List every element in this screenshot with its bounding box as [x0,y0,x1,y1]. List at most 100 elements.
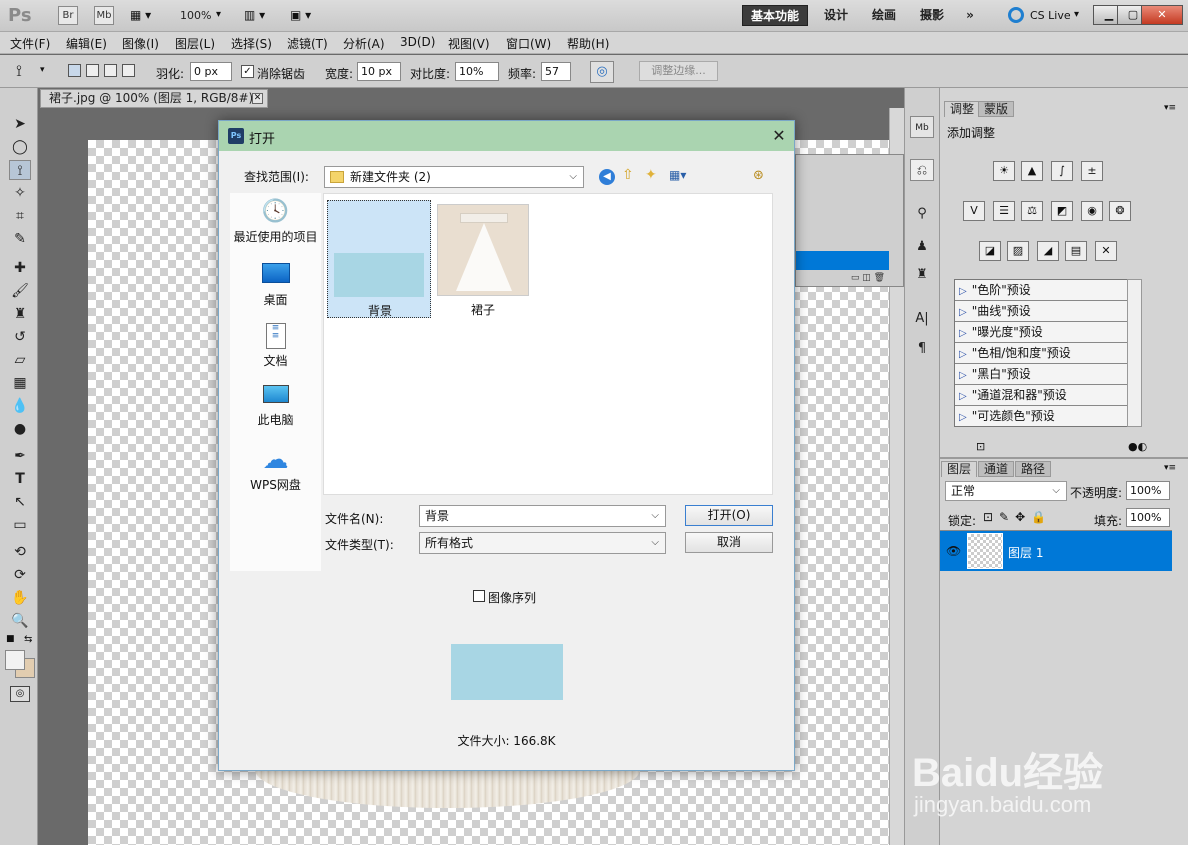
dialog-title-bar[interactable]: Ps 打开 ✕ [219,121,794,151]
frequency-input[interactable]: 57 [541,62,571,81]
quick-mask-icon[interactable]: ◎ [10,686,30,702]
paragraph-panel-icon[interactable]: ¶ [910,338,934,360]
filename-input[interactable]: 背景 ⌵ [419,505,666,527]
history-selected-row[interactable] [796,251,889,270]
contrast-input[interactable]: 10% [455,62,499,81]
menu-edit[interactable]: 编辑(E) [66,35,107,52]
close-dialog-button[interactable]: ✕ [768,125,790,147]
history-panel-icon[interactable]: ⎌ [910,159,934,181]
posterize-icon[interactable]: ▨ [1007,241,1029,261]
add-selection-icon[interactable] [86,64,99,77]
place-recent[interactable]: 🕓 最近使用的项目 [230,199,321,245]
crop-tool-icon[interactable]: ⌗ [9,206,31,226]
history-brush-tool-icon[interactable]: ↺ [9,327,31,347]
layers-panel-menu-icon[interactable]: ▾≡ [1164,463,1176,473]
type-tool-icon[interactable]: T [9,469,31,489]
workspace-photography[interactable]: 摄影 [914,5,950,26]
antialias-checkbox[interactable]: ✓ [241,65,254,78]
menu-analysis[interactable]: 分析(A) [343,35,385,52]
tab-layers[interactable]: 图层 [941,461,978,477]
preset-hue-saturation[interactable]: ▷ "色相/饱和度"预设 [955,343,1141,364]
default-colors-icon[interactable]: ■ [6,634,15,644]
more-workspaces-button[interactable]: » [958,5,982,26]
view-menu-icon[interactable]: ▦▾ [669,168,686,182]
screen-mode-button[interactable]: ▣ ▾ [290,8,311,22]
brush-presets-icon[interactable]: ⚲ [910,203,934,225]
workspace-essentials[interactable]: 基本功能 [742,5,808,26]
menu-3d[interactable]: 3D(D) [400,35,435,49]
place-wps-cloud[interactable]: ☁ WPS网盘 [230,447,321,493]
tool-preset-dropdown-icon[interactable]: ▾ [40,65,45,75]
eraser-tool-icon[interactable]: ▱ [9,350,31,370]
menu-layer[interactable]: 图层(L) [175,35,215,52]
cancel-button[interactable]: 取消 [685,532,773,553]
tab-adjustments[interactable]: 调整 [944,101,981,117]
tab-paths[interactable]: 路径 [1015,461,1052,477]
clone-source-icon[interactable]: ♟ [910,236,934,258]
history-panel-footer-icons[interactable]: ▭ ◫ 🗑 [796,273,889,287]
quick-selection-tool-icon[interactable]: ✧ [9,183,31,203]
menu-select[interactable]: 选择(S) [231,35,272,52]
preset-curves[interactable]: ▷ "曲线"预设 [955,301,1141,322]
bridge-button[interactable]: Br [58,6,78,25]
cs-live-button[interactable]: CS Live [1030,9,1071,22]
lasso-tool-icon[interactable]: ⟟ [9,160,31,180]
clone-stamp-tool-icon[interactable]: ♜ [9,304,31,324]
vibrance-icon[interactable]: V [963,201,985,221]
look-in-select[interactable]: 新建文件夹 (2) ⌵ [324,166,584,188]
preset-exposure[interactable]: ▷ "曝光度"预设 [955,322,1141,343]
3d-rotate-tool-icon[interactable]: ⟲ [9,542,31,562]
arrange-documents-button[interactable]: ▥ ▾ [244,8,265,22]
black-white-icon[interactable]: ◩ [1051,201,1073,221]
cs-live-dropdown-icon[interactable]: ▾ [1074,9,1079,20]
exposure-icon[interactable]: ± [1081,161,1103,181]
bridge-folder-icon[interactable]: ⊛ [753,168,764,183]
width-input[interactable]: 10 px [357,62,401,81]
tab-channels[interactable]: 通道 [978,461,1015,477]
close-app-button[interactable]: ✕ [1141,5,1183,25]
mini-bridge-panel-icon[interactable]: Mb [910,116,934,138]
adjustments-footer-icons[interactable]: ●◐ [1128,440,1147,453]
intersect-selection-icon[interactable] [122,64,135,77]
preset-selective-color[interactable]: ▷ "可选颜色"预设 [955,406,1141,427]
path-selection-tool-icon[interactable]: ↖ [9,492,31,512]
menu-view[interactable]: 视图(V) [448,35,490,52]
adjustments-panel-menu-icon[interactable]: ▾≡ [1164,103,1176,113]
menu-window[interactable]: 窗口(W) [506,35,551,52]
gradient-map-icon[interactable]: ▤ [1065,241,1087,261]
return-to-adjustments-icon[interactable]: ⊡ [976,440,985,453]
eye-icon[interactable]: 👁 [946,544,961,558]
swap-colors-icon[interactable]: ⇆ [24,634,32,645]
menu-file[interactable]: 文件(F) [10,35,50,52]
zoom-level[interactable]: 100% [180,9,211,22]
marquee-tool-icon[interactable]: ◯ [9,137,31,157]
zoom-dropdown-icon[interactable]: ▾ [216,9,221,20]
shape-tool-icon[interactable]: ▭ [9,515,31,535]
open-button[interactable]: 打开(O) [685,505,773,526]
place-desktop[interactable]: 桌面 [230,263,321,308]
hand-tool-icon[interactable]: ✋ [9,588,31,608]
view-extras-button[interactable]: ▦ ▾ [130,8,160,22]
document-tab[interactable]: 裙子.jpg @ 100% (图层 1, RGB/8#) * [40,89,268,108]
file-item-background[interactable]: 背景 [327,200,431,318]
mini-bridge-button[interactable]: Mb [94,6,114,25]
tool-presets-icon[interactable]: ♜ [910,264,934,286]
tab-masks[interactable]: 蒙版 [978,101,1015,117]
selective-color-icon[interactable]: ✕ [1095,241,1117,261]
feather-input[interactable]: 0 px [190,62,232,81]
opacity-input[interactable]: 100% [1126,481,1170,500]
image-sequence-checkbox[interactable] [473,590,485,602]
place-documents[interactable]: ≡ ≡ 文档 [230,323,321,369]
levels-icon[interactable]: ▲ [1021,161,1043,181]
healing-brush-tool-icon[interactable]: ✚ [9,258,31,278]
workspace-painting[interactable]: 绘画 [866,5,902,26]
menu-image[interactable]: 图像(I) [122,35,159,52]
preset-levels[interactable]: ▷ "色阶"预设 [955,280,1141,301]
foreground-color-swatch[interactable] [5,650,25,670]
brush-tool-icon[interactable]: 🖌 [9,281,31,301]
refine-edge-button[interactable]: 调整边缘... [639,61,718,81]
eyedropper-tool-icon[interactable]: ✎ [9,229,31,249]
curves-icon[interactable]: ∫ [1051,161,1073,181]
hue-saturation-icon[interactable]: ☰ [993,201,1015,221]
menu-help[interactable]: 帮助(H) [567,35,609,52]
